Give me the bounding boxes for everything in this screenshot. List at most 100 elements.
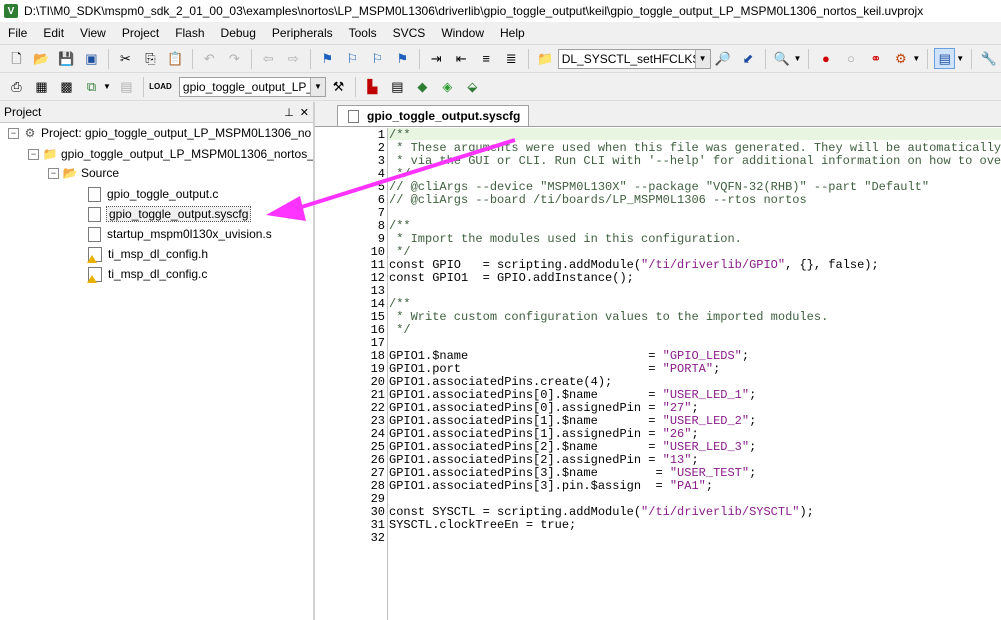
disable-breakpoint-icon[interactable]: ○	[840, 48, 861, 69]
select-software-packs-icon[interactable]: ⬙	[462, 76, 483, 97]
chevron-down-icon[interactable]: ▼	[912, 54, 920, 63]
tree-source-group[interactable]: − 📂 Source	[48, 163, 119, 183]
toolbar-separator	[107, 48, 109, 69]
menu-help[interactable]: Help	[492, 22, 533, 44]
open-folder-icon[interactable]: 📂	[31, 48, 52, 69]
editor-tabstrip: gpio_toggle_output.syscfg	[315, 102, 1001, 127]
target-options-icon[interactable]: ⚒	[328, 76, 349, 97]
code-line[interactable]: GPIO1.associatedPins[3].pin.$assign = "P…	[389, 480, 713, 493]
tree-file-c[interactable]: gpio_toggle_output.c	[86, 184, 218, 204]
next-bookmark-icon[interactable]: ⚐	[367, 48, 388, 69]
file-icon	[348, 109, 359, 123]
menu-tools[interactable]: Tools	[341, 22, 385, 44]
debug-session-icon[interactable]: 🔍	[772, 48, 793, 69]
incremental-find-icon[interactable]: ⬋	[738, 48, 759, 69]
prev-bookmark-icon[interactable]: ⚐	[342, 48, 363, 69]
collapse-toggle[interactable]: −	[48, 167, 59, 179]
menu-debug[interactable]: Debug	[213, 22, 264, 44]
kill-breakpoints-icon[interactable]: ⚭	[865, 48, 886, 69]
redo-icon[interactable]: ↷	[224, 48, 245, 69]
find-in-files-icon[interactable]: 📁	[535, 48, 556, 69]
code-line[interactable]: * via the GUI or CLI. Run CLI with '--he…	[389, 155, 1001, 168]
chevron-down-icon[interactable]: ▼	[309, 77, 325, 96]
bookmark-icon[interactable]: ⚑	[317, 48, 338, 69]
undo-icon[interactable]: ↶	[199, 48, 220, 69]
string-literal: "USER_LED_2"	[662, 414, 750, 428]
cut-icon[interactable]: ✂	[115, 48, 136, 69]
configure-icon[interactable]: 🔧	[978, 48, 999, 69]
menu-project[interactable]: Project	[114, 22, 167, 44]
find-icon[interactable]: 🔎	[713, 48, 734, 69]
close-icon[interactable]: ✕	[300, 106, 309, 119]
clear-bookmarks-icon[interactable]: ⚑	[392, 48, 413, 69]
new-file-icon[interactable]: 🗋	[6, 48, 27, 69]
tree-file-syscfg[interactable]: gpio_toggle_output.syscfg	[86, 204, 252, 224]
function-combo[interactable]: DL_SYSCTL_setHFCLKSour ▼	[557, 48, 711, 69]
stop-build-icon[interactable]: ▤	[116, 76, 137, 97]
tree-project-root[interactable]: − ⚙ Project: gpio_toggle_output_LP_MSPM0…	[8, 123, 311, 143]
tree-label: gpio_toggle_output.syscfg	[105, 206, 252, 222]
save-icon[interactable]: 💾	[56, 48, 77, 69]
menu-flash[interactable]: Flash	[167, 22, 212, 44]
file-extensions-icon[interactable]: ▤	[387, 76, 408, 97]
menu-view[interactable]: View	[72, 22, 114, 44]
code-line[interactable]: SYSCTL.clockTreeEn = true;	[389, 519, 576, 532]
unindent-icon[interactable]: ⇤	[451, 48, 472, 69]
string-literal: "/ti/driverlib/SYSCTL"	[641, 505, 800, 519]
string-literal: "USER_TEST"	[669, 466, 750, 480]
manage-project-items-icon[interactable]: ▙	[362, 76, 383, 97]
build-icon[interactable]: ▦	[31, 76, 52, 97]
breakpoint-icon[interactable]: ●	[815, 48, 836, 69]
nav-back-icon[interactable]: ⇦	[258, 48, 279, 69]
code-line[interactable]: * Import the modules used in this config…	[389, 233, 742, 246]
batch-build-icon[interactable]: ⧉	[81, 76, 102, 97]
tree-target[interactable]: − 📁 gpio_toggle_output_LP_MSPM0L1306_nor…	[28, 144, 314, 164]
copy-icon[interactable]: ⎘	[140, 48, 161, 69]
pin-icon[interactable]: ⊥	[284, 106, 294, 119]
debug-settings-icon[interactable]: ⚙	[890, 48, 911, 69]
pack-installer-icon[interactable]: ◈	[437, 76, 458, 97]
save-all-icon[interactable]: ▣	[81, 48, 102, 69]
target-combo[interactable]: gpio_toggle_output_LP_ ▼	[178, 76, 326, 97]
chevron-down-icon[interactable]: ▼	[694, 49, 710, 68]
chevron-down-icon[interactable]: ▼	[793, 54, 801, 63]
indent-icon[interactable]: ⇥	[426, 48, 447, 69]
uncomment-icon[interactable]: ≣	[501, 48, 522, 69]
tab-syscfg[interactable]: gpio_toggle_output.syscfg	[337, 105, 530, 126]
collapse-toggle[interactable]: −	[8, 127, 19, 139]
code-line[interactable]: const GPIO1 = GPIO.addInstance();	[389, 272, 634, 285]
tree-file-config-h[interactable]: ti_msp_dl_config.h	[86, 244, 208, 264]
tree-file-config-c[interactable]: ti_msp_dl_config.c	[86, 264, 207, 284]
rebuild-icon[interactable]: ▩	[56, 76, 77, 97]
chevron-down-icon[interactable]: ▼	[956, 54, 964, 63]
chevron-down-icon[interactable]: ▼	[103, 82, 111, 91]
menu-file[interactable]: File	[0, 22, 35, 44]
toolbar-separator	[527, 48, 529, 69]
nav-forward-icon[interactable]: ⇨	[283, 48, 304, 69]
toolbar-separator	[808, 48, 810, 69]
string-literal: "27"	[662, 401, 692, 415]
run-time-environment-icon[interactable]: ◆	[412, 76, 433, 97]
tree-file-startup[interactable]: startup_mspm0l130x_uvision.s	[86, 224, 272, 244]
toolbar-separator	[418, 48, 420, 69]
build-toolbar: ⎙ ▦ ▩ ⧉ ▼ ▤ LOAD gpio_toggle_output_LP_ …	[0, 73, 1001, 101]
line-number: 5	[377, 180, 385, 194]
code-line[interactable]: * Write custom configuration values to t…	[389, 311, 828, 324]
menu-window[interactable]: Window	[433, 22, 492, 44]
collapse-toggle[interactable]: −	[28, 148, 39, 160]
tree-label: ti_msp_dl_config.c	[108, 267, 208, 281]
toolbar-separator	[250, 48, 252, 69]
menu-peripherals[interactable]: Peripherals	[264, 22, 341, 44]
code-line[interactable]: */	[389, 324, 410, 337]
translate-icon[interactable]: ⎙	[6, 76, 27, 97]
menu-svcs[interactable]: SVCS	[385, 22, 434, 44]
comment-icon[interactable]: ≡	[476, 48, 497, 69]
menu-edit[interactable]: Edit	[35, 22, 72, 44]
title-bar: V D:\TI\M0_SDK\mspm0_sdk_2_01_00_03\exam…	[0, 0, 1001, 22]
code-line[interactable]: // @cliArgs --board /ti/boards/LP_MSPM0L…	[389, 194, 807, 207]
paste-icon[interactable]: 📋	[165, 48, 186, 69]
window-title: D:\TI\M0_SDK\mspm0_sdk_2_01_00_03\exampl…	[24, 4, 924, 18]
window-layout-icon[interactable]: ▤	[934, 48, 956, 69]
project-panel-title: Project	[4, 105, 42, 119]
load-download-icon[interactable]: LOAD	[149, 76, 172, 97]
